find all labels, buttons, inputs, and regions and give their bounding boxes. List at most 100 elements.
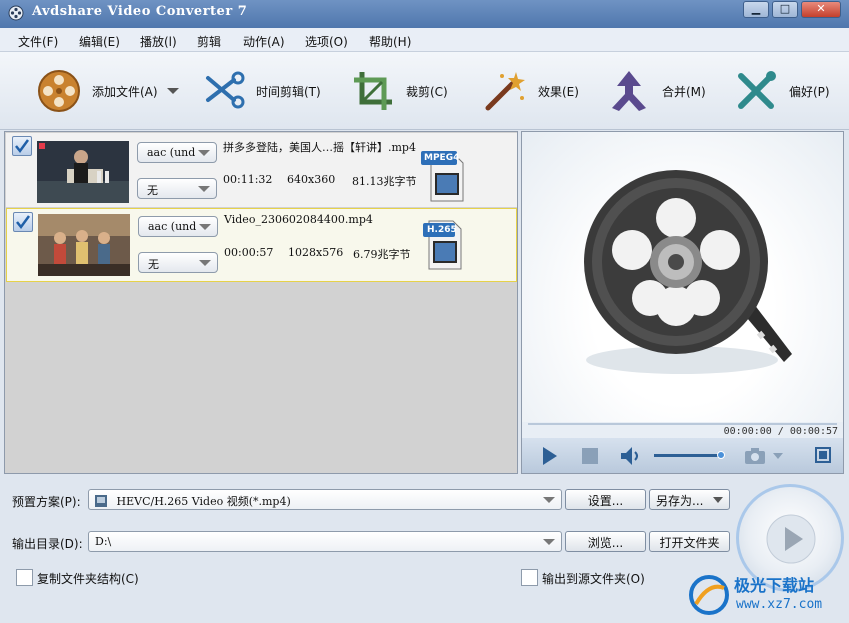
watermark-logo-icon: [689, 575, 729, 615]
close-button[interactable]: ✕: [801, 1, 841, 18]
video-file-icon: [95, 495, 107, 507]
preview-stage: [522, 132, 843, 422]
audio-track-value: aac (und: [147, 146, 196, 159]
player-controls: [522, 438, 843, 473]
file-checkbox[interactable]: [12, 136, 32, 156]
file-resolution: 1028x576: [288, 246, 344, 259]
save-as-button[interactable]: 另存为...: [649, 489, 730, 510]
chevron-down-icon: [199, 260, 211, 266]
file-duration: 00:00:57: [224, 246, 274, 259]
file-duration: 00:11:32: [223, 173, 273, 186]
trim-label: 时间剪辑(T): [256, 84, 321, 99]
file-name: Video_230602084400.mp4: [224, 213, 373, 226]
watermark-url: www.xz7.com: [736, 597, 823, 612]
copy-structure-label: 复制文件夹结构(C): [37, 572, 139, 586]
menu-bar: 文件(F) 编辑(E) 播放(l) 剪辑 动作(A) 选项(O) 帮助(H): [0, 28, 849, 52]
stop-icon[interactable]: [582, 448, 598, 464]
chevron-down-icon: [199, 224, 211, 230]
format-badge: MPEG4: [424, 153, 460, 163]
output-format-icon[interactable]: MPEG4: [421, 147, 465, 203]
save-as-label: 另存为...: [656, 494, 704, 508]
play-icon[interactable]: [542, 446, 558, 466]
crop-label: 裁剪(C): [406, 84, 448, 99]
audio-track-value: aac (und: [148, 220, 197, 233]
subtitle-value: 无: [147, 184, 158, 197]
video-thumbnail: [38, 214, 130, 276]
add-file-button[interactable]: 添加文件(A): [36, 52, 180, 130]
app-reel-icon: [8, 5, 24, 21]
volume-icon[interactable]: [620, 446, 642, 466]
menu-file[interactable]: 文件(F): [18, 33, 58, 50]
menu-edit[interactable]: 编辑(E): [79, 33, 120, 50]
chevron-down-icon[interactable]: [772, 452, 784, 460]
output-dir-value: D:\: [95, 535, 112, 548]
menu-clip[interactable]: 剪辑: [197, 33, 221, 50]
subtitle-value: 无: [148, 258, 159, 271]
copy-structure-checkbox[interactable]: [16, 569, 33, 586]
chevron-down-icon: [713, 497, 723, 503]
effect-button[interactable]: 效果(E): [482, 52, 579, 130]
menu-help[interactable]: 帮助(H): [369, 33, 411, 50]
preferences-button[interactable]: 偏好(P): [733, 52, 830, 130]
preview-panel: 00:00:00 / 00:00:57: [521, 131, 844, 474]
file-resolution: 640x360: [287, 173, 336, 186]
output-format-icon[interactable]: H.265: [419, 217, 463, 273]
menu-action[interactable]: 动作(A): [243, 33, 285, 50]
chevron-down-icon: [198, 186, 210, 192]
file-size: 6.79兆字节: [353, 248, 411, 261]
check-icon: [15, 139, 30, 154]
film-reel-icon: [38, 70, 80, 112]
camera-icon[interactable]: [744, 447, 766, 465]
output-dir-field[interactable]: D:\: [88, 531, 562, 552]
effect-label: 效果(E): [538, 84, 579, 99]
merge-label: 合并(M): [662, 84, 706, 99]
title-bar: Avdshare Video Converter 7 ▁ □ ✕: [0, 0, 849, 28]
trim-button[interactable]: 时间剪辑(T): [200, 52, 321, 130]
file-row[interactable]: aac (und 无 Video_230602084400.mp4 00:00:…: [6, 208, 517, 282]
seek-track[interactable]: [528, 423, 837, 425]
fullscreen-icon[interactable]: [814, 446, 832, 464]
minimize-button[interactable]: ▁: [743, 1, 769, 18]
audio-track-select[interactable]: aac (und: [138, 216, 218, 237]
browse-button[interactable]: 浏览...: [565, 531, 646, 552]
check-icon: [16, 215, 31, 230]
watermark: 极光下载站 www.xz7.com: [688, 570, 846, 620]
time-readout: 00:00:00 / 00:00:57: [723, 426, 838, 437]
preferences-label: 偏好(P): [789, 84, 830, 99]
chevron-down-icon: [543, 497, 555, 503]
output-to-source-label: 输出到源文件夹(O): [542, 572, 645, 586]
volume-slider[interactable]: [654, 454, 724, 457]
file-row[interactable]: aac (und 无 拼多多登陆，美国人…摇【轩讲】.mp4 00:11:32 …: [6, 133, 517, 207]
preset-value: HEVC/H.265 Video 视频(*.mp4): [116, 495, 291, 508]
play-icon: [766, 514, 816, 564]
volume-handle[interactable]: [716, 451, 725, 459]
preset-select[interactable]: HEVC/H.265 Video 视频(*.mp4): [88, 489, 562, 510]
format-badge: H.265: [427, 225, 457, 235]
menu-options[interactable]: 选项(O): [305, 33, 348, 50]
output-to-source-checkbox[interactable]: [521, 569, 538, 586]
seek-bar[interactable]: 00:00:00 / 00:00:57: [522, 422, 843, 438]
preset-label: 预置方案(P):: [12, 495, 81, 509]
film-reel-illustration: [584, 170, 792, 374]
settings-button[interactable]: 设置...: [565, 489, 646, 510]
crop-button[interactable]: 裁剪(C): [350, 52, 448, 130]
file-name: 拼多多登陆，美国人…摇【轩讲】.mp4: [223, 141, 416, 154]
audio-track-select[interactable]: aac (und: [137, 142, 217, 163]
merge-button[interactable]: 合并(M): [606, 52, 706, 130]
add-file-label: 添加文件(A): [92, 84, 158, 99]
toolbar: 添加文件(A) 时间剪辑(T) 裁剪(C) 效果(E) 合并(M) 偏好(P): [0, 52, 849, 130]
window-title: Avdshare Video Converter 7: [32, 4, 248, 19]
maximize-button[interactable]: □: [772, 1, 798, 18]
dropdown-arrow-icon[interactable]: [166, 86, 180, 96]
subtitle-select[interactable]: 无: [137, 178, 217, 199]
open-folder-button[interactable]: 打开文件夹: [649, 531, 730, 552]
file-size: 81.13兆字节: [352, 175, 417, 188]
file-list: aac (und 无 拼多多登陆，美国人…摇【轩讲】.mp4 00:11:32 …: [4, 131, 518, 474]
file-checkbox[interactable]: [13, 212, 33, 232]
merge-arrow-icon: [612, 71, 646, 111]
output-dir-label: 输出目录(D):: [12, 537, 83, 551]
subtitle-select[interactable]: 无: [138, 252, 218, 273]
menu-play[interactable]: 播放(l): [140, 33, 177, 50]
scissors-icon: [206, 71, 245, 109]
video-thumbnail: [37, 141, 129, 203]
